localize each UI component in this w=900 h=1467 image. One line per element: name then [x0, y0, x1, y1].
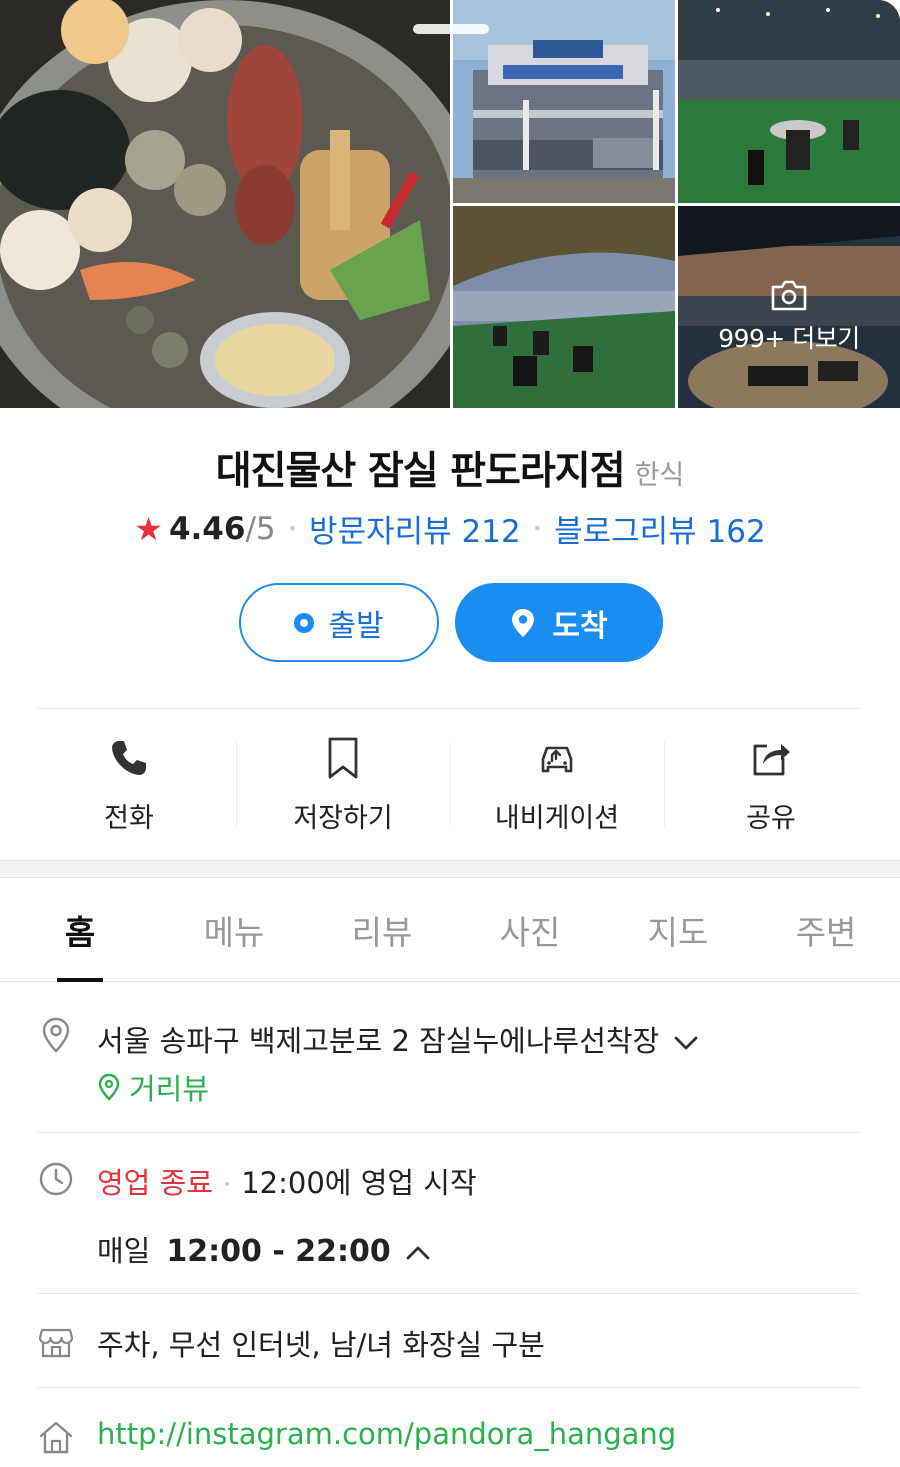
bookmark-icon [328, 737, 358, 779]
star-icon: ★ [134, 509, 163, 548]
rating-value: 4.46 [168, 510, 246, 547]
blog-reviews-link[interactable]: 블로그리뷰 162 [554, 506, 766, 551]
closed-status: 영업 종료 [97, 1166, 213, 1200]
deck-awning-photo[interactable] [453, 206, 675, 408]
depart-dot-icon [294, 612, 315, 633]
sunset-grill-photo[interactable]: 999+ 더보기 [678, 206, 900, 408]
tab-photos[interactable]: 사진 [456, 878, 604, 981]
tab-home[interactable]: 홈 [0, 878, 160, 982]
website-link[interactable]: http://instagram.com/pandora_hangang [97, 1417, 676, 1451]
divider [38, 1132, 862, 1133]
visitor-reviews-link[interactable]: 방문자리뷰 212 [309, 506, 521, 551]
street-view-pin-icon [98, 1073, 120, 1101]
tab-menu[interactable]: 메뉴 [160, 878, 308, 981]
route-buttons: 출발 도착 [239, 583, 663, 662]
more-photos-label: 999+ 더보기 [718, 324, 860, 353]
depart-label: 출발 [328, 608, 384, 644]
tab-bar: 홈 메뉴 리뷰 사진 지도 주변 [0, 878, 900, 982]
share-label: 공유 [746, 803, 796, 834]
tab-reviews[interactable]: 리뷰 [308, 878, 456, 981]
next-open-text: 12:00에 영업 시작 [241, 1166, 477, 1200]
deck-tables-photo[interactable] [678, 0, 900, 203]
more-photos-overlay[interactable]: 999+ 더보기 [678, 206, 900, 408]
share-icon [753, 744, 790, 776]
store-icon [38, 1328, 74, 1358]
call-label: 전화 [104, 803, 154, 834]
share-button[interactable]: 공유 [664, 722, 878, 842]
chevron-down-icon[interactable] [673, 1035, 699, 1051]
place-name: 대진물산 잠실 판도라지점 [215, 449, 626, 494]
separator-dot: • [287, 519, 298, 538]
save-button[interactable]: 저장하기 [236, 722, 450, 842]
amenities-text: 주차, 무선 인터넷, 남/녀 화장실 구분 [97, 1328, 545, 1362]
camera-icon [771, 280, 807, 311]
separator-dot: • [222, 1177, 232, 1193]
navigation-car-icon [541, 746, 573, 773]
arrive-label: 도착 [552, 608, 608, 644]
street-view-label: 거리뷰 [129, 1072, 210, 1106]
divider [38, 1293, 862, 1294]
hours-row[interactable]: 매일 12:00 - 22:00 [97, 1228, 431, 1270]
navigation-button[interactable]: 내비게이션 [450, 722, 664, 842]
place-category: 한식 [634, 460, 685, 491]
separator-dot: • [532, 519, 543, 538]
hours-time: 12:00 - 22:00 [166, 1234, 391, 1269]
business-status-row: 영업 종료 • 12:00에 영업 시작 [97, 1160, 477, 1202]
tab-map[interactable]: 지도 [604, 878, 752, 981]
navigation-label: 내비게이션 [494, 803, 620, 834]
location-pin-icon [512, 608, 535, 637]
phone-icon [112, 741, 146, 775]
tab-nearby[interactable]: 주변 [752, 878, 900, 981]
arrive-button[interactable]: 도착 [455, 583, 663, 662]
rating-max: /5 [245, 510, 276, 547]
seafood-platter-photo[interactable] [0, 0, 450, 408]
depart-button[interactable]: 출발 [239, 583, 439, 662]
address-text: 서울 송파구 백제고분로 2 잠실누에나루선착장 [97, 1024, 660, 1058]
photo-gallery[interactable]: 999+ 더보기 [0, 0, 900, 408]
clock-icon [39, 1162, 73, 1196]
divider [38, 708, 862, 709]
rating-row: ★ 4.46/5 • 방문자리뷰 212 • 블로그리뷰 162 [0, 506, 900, 551]
home-icon [39, 1421, 73, 1454]
divider [38, 1387, 862, 1388]
save-label: 저장하기 [293, 803, 393, 834]
address-row[interactable]: 서울 송파구 백제고분로 2 잠실누에나루선착장 [97, 1018, 699, 1060]
street-view-link[interactable]: 거리뷰 [97, 1066, 209, 1108]
section-separator [0, 860, 900, 878]
location-pin-outline-icon [42, 1017, 70, 1053]
quick-actions: 전화 저장하기 내비게이션 공유 [22, 722, 878, 842]
sheet-drag-handle[interactable] [413, 24, 489, 34]
chevron-up-icon[interactable] [405, 1245, 431, 1261]
place-title-row: 대진물산 잠실 판도라지점 한식 [0, 440, 900, 496]
call-button[interactable]: 전화 [22, 722, 236, 842]
hours-day: 매일 [97, 1234, 151, 1268]
